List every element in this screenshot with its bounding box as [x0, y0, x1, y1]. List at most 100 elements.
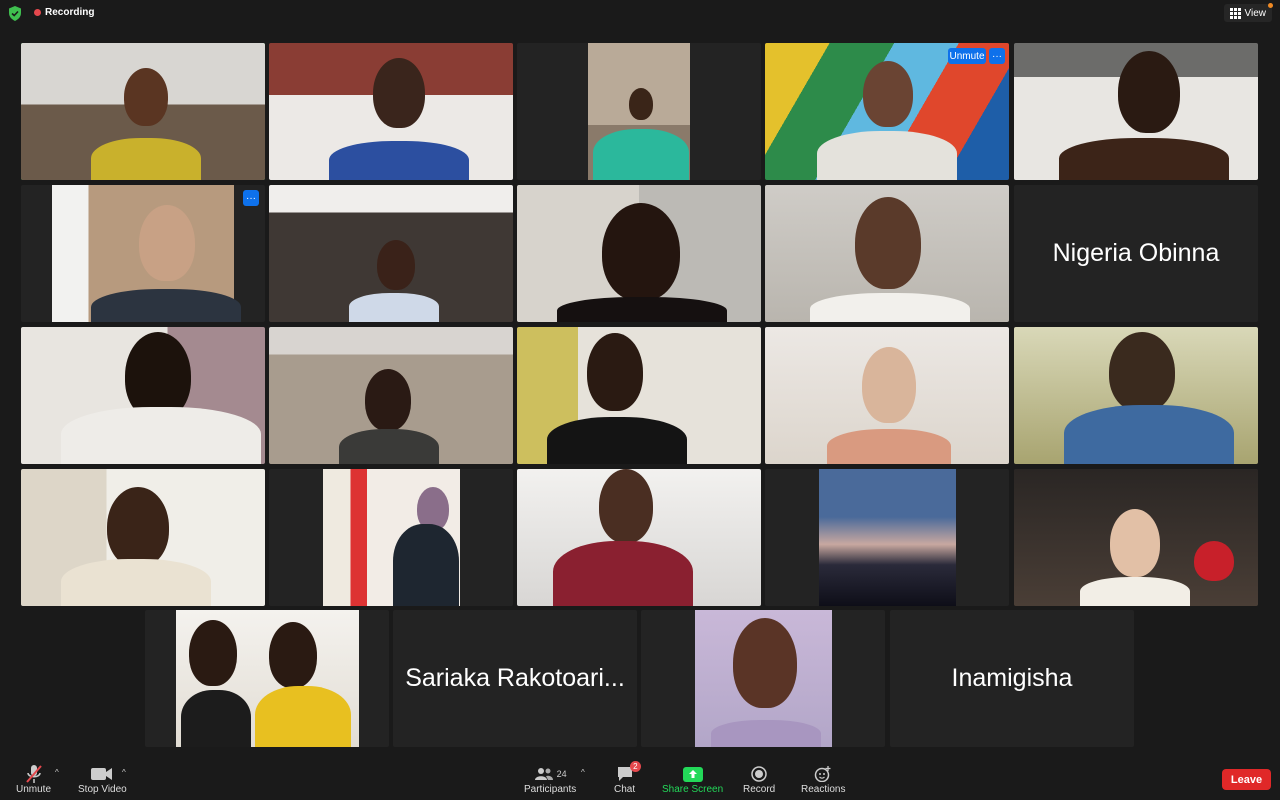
chat-bubble-icon: 2 — [616, 761, 641, 784]
red-balloon — [1194, 541, 1234, 581]
video-tile[interactable] — [517, 43, 761, 180]
participant-body — [827, 429, 951, 464]
video-tile[interactable] — [765, 469, 1009, 606]
participant-face — [733, 618, 797, 708]
participant-video — [819, 469, 956, 606]
muted-microphone-icon — [25, 764, 43, 784]
video-off-tile-obinna[interactable]: Nigeria Obinna — [1014, 185, 1258, 322]
video-tile[interactable] — [517, 327, 761, 464]
video-tile[interactable] — [269, 185, 513, 322]
video-tile[interactable] — [517, 185, 761, 322]
participant-face — [587, 333, 643, 411]
video-tile-active-speaker[interactable] — [21, 43, 265, 180]
share-screen-label: Share Screen — [662, 784, 724, 795]
participant-face — [862, 347, 916, 423]
recording-label: Recording — [45, 7, 95, 18]
participant-name: Sariaka Rakotoari... — [405, 664, 625, 692]
participant-face — [107, 487, 169, 567]
participant-body — [593, 129, 689, 180]
participant-body — [1064, 405, 1234, 464]
participant-face — [599, 469, 653, 543]
participant-face — [124, 68, 168, 126]
participant-body — [553, 541, 693, 606]
participant-body — [91, 138, 201, 180]
video-off-tile-inamigisha[interactable]: Inamigisha — [890, 610, 1134, 747]
leave-meeting-button[interactable]: Leave — [1222, 769, 1271, 790]
video-tile[interactable] — [269, 469, 513, 606]
participant-face — [365, 369, 411, 431]
recording-dot-icon — [34, 9, 41, 16]
video-tile[interactable] — [1014, 43, 1258, 180]
participants-button[interactable]: 24 Participants — [524, 764, 576, 795]
view-label: View — [1244, 7, 1267, 19]
video-tile-unmute-prompt[interactable]: Unmute ··· — [765, 43, 1009, 180]
stop-video-label: Stop Video — [78, 784, 127, 795]
audio-options-chevron-icon[interactable]: ^ — [55, 768, 59, 777]
unmute-label: Unmute — [16, 784, 52, 795]
participants-count: 24 — [556, 769, 567, 779]
notification-dot — [1268, 3, 1273, 8]
participant-body — [91, 289, 241, 322]
participant-face — [1118, 51, 1180, 133]
participant-name: Nigeria Obinna — [1052, 239, 1220, 267]
participant-body — [61, 559, 211, 606]
participant-body — [1059, 138, 1229, 180]
video-tile[interactable] — [21, 469, 265, 606]
video-camera-icon — [91, 764, 113, 784]
participant-face — [373, 58, 425, 128]
unmute-request-button[interactable]: Unmute — [948, 48, 986, 64]
participant-name: Inamigisha — [951, 664, 1073, 692]
video-tile[interactable] — [1014, 469, 1258, 606]
reactions-button[interactable]: Reactions — [801, 764, 845, 795]
participant-face — [1109, 332, 1175, 412]
participant-body — [349, 293, 439, 322]
record-label: Record — [743, 784, 776, 795]
video-tile-selected[interactable]: ··· — [21, 185, 265, 322]
participants-icon: 24 — [534, 764, 567, 784]
reactions-label: Reactions — [801, 784, 846, 795]
participant-body — [393, 524, 459, 606]
participant-body — [1080, 577, 1190, 606]
view-button[interactable]: View — [1223, 3, 1273, 22]
record-icon — [751, 764, 767, 784]
participant-face — [602, 203, 680, 301]
participant-body — [61, 407, 261, 464]
share-screen-button[interactable]: Share Screen — [662, 764, 723, 795]
participant-face — [189, 620, 237, 686]
video-off-tile-sariaka[interactable]: Sariaka Rakotoari... — [393, 610, 637, 747]
chat-button[interactable]: 2 Chat — [614, 761, 641, 795]
participants-options-chevron-icon[interactable]: ^ — [581, 768, 585, 777]
participant-face — [855, 197, 921, 289]
video-tile[interactable] — [765, 185, 1009, 322]
participant-body — [547, 417, 687, 464]
video-options-chevron-icon[interactable]: ^ — [122, 768, 126, 777]
video-tile[interactable] — [269, 327, 513, 464]
participant-face — [377, 240, 415, 290]
encryption-shield-icon[interactable] — [8, 6, 22, 21]
record-button[interactable]: Record — [743, 764, 775, 795]
participant-body — [329, 141, 469, 180]
participant-body — [181, 690, 251, 747]
stop-video-button[interactable]: Stop Video — [78, 764, 127, 795]
participant-body — [557, 297, 727, 322]
participant-face — [269, 622, 317, 688]
video-tile[interactable] — [1014, 327, 1258, 464]
tile-more-button[interactable]: ··· — [989, 48, 1005, 64]
video-tile[interactable] — [145, 610, 389, 747]
recording-indicator[interactable]: Recording — [34, 7, 94, 18]
video-tile[interactable] — [21, 327, 265, 464]
meeting-controls-toolbar: Unmute ^ Stop Video ^ 24 Participants ^ … — [0, 758, 1280, 800]
participant-body — [711, 720, 821, 747]
meeting-top-bar: Recording View — [0, 0, 1280, 28]
video-tile[interactable] — [269, 43, 513, 180]
participant-body — [255, 686, 351, 747]
participant-body — [339, 429, 439, 464]
video-tile[interactable] — [641, 610, 885, 747]
chat-label: Chat — [614, 784, 636, 795]
video-tile[interactable] — [765, 327, 1009, 464]
participant-face — [629, 88, 653, 120]
unmute-button[interactable]: Unmute — [16, 764, 51, 795]
tile-more-button[interactable]: ··· — [243, 190, 259, 206]
chat-unread-badge: 2 — [630, 761, 641, 772]
video-tile[interactable] — [517, 469, 761, 606]
